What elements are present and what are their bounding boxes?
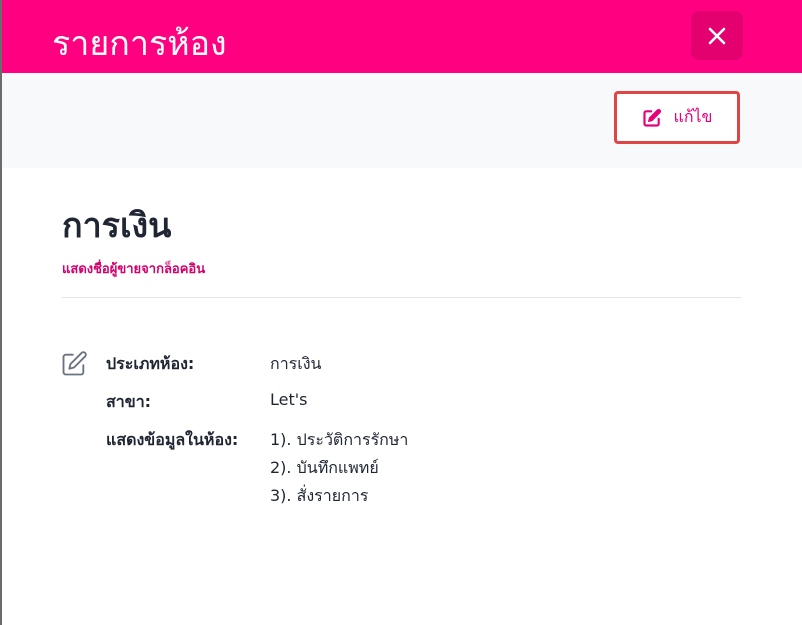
room-type-label: ประเภทห้อง: (106, 354, 195, 373)
display-item: 3). สั่งรายการ (270, 486, 369, 505)
close-button[interactable] (691, 11, 743, 60)
room-name: การเงิน (62, 206, 172, 246)
modal-header: รายการห้อง (2, 0, 802, 73)
room-type-value: การเงิน (270, 354, 322, 373)
display-item: 2). บันทึกแพทย์ (270, 458, 379, 477)
close-icon (708, 27, 726, 44)
display-item: 1). ประวัติการรักษา (270, 430, 409, 449)
edit-icon (642, 108, 661, 127)
room-subtitle: แสดงชื่อผู้ขายจากล็อคอิน (62, 262, 206, 277)
modal-title: รายการห้อง (52, 24, 227, 64)
edit-icon (62, 351, 87, 376)
edit-button-label: แก้ไข (673, 107, 713, 126)
room-detail: การเงิน แสดงชื่อผู้ขายจากล็อคอิน ประเภทห… (2, 168, 802, 625)
modal-toolbar: แก้ไข (2, 73, 802, 168)
branch-value: Let's (270, 390, 308, 409)
edit-button[interactable]: แก้ไข (614, 91, 740, 144)
divider (62, 297, 741, 298)
branch-label: สาขา: (106, 392, 152, 411)
display-data-label: แสดงข้อมูลในห้อง: (106, 430, 239, 449)
